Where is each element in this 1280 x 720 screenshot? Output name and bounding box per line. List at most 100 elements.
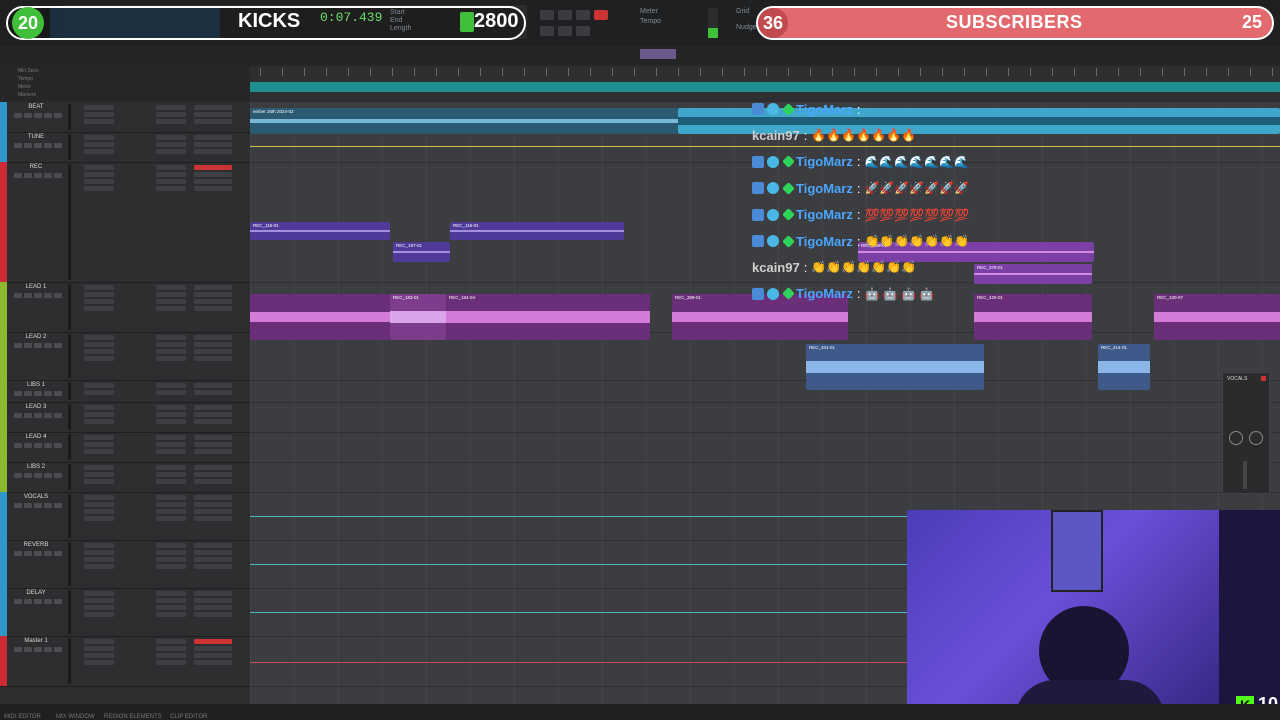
insert-slot[interactable] <box>84 172 114 177</box>
send-slot[interactable] <box>156 149 186 154</box>
input-monitor-button[interactable] <box>24 443 32 448</box>
insert-slot[interactable] <box>84 495 114 500</box>
lead2-clip[interactable]: REC_401-01 <box>806 344 984 390</box>
io-slot[interactable] <box>194 564 232 569</box>
insert-slot[interactable] <box>84 299 114 304</box>
rec-arm-button[interactable] <box>14 391 22 396</box>
send-slot[interactable] <box>156 112 186 117</box>
insert-slot[interactable] <box>84 543 114 548</box>
track-name[interactable]: LIBS 1 <box>14 382 58 388</box>
playlist-button[interactable] <box>54 143 62 148</box>
io-slot[interactable] <box>194 292 232 297</box>
io-slot[interactable] <box>194 142 232 147</box>
fader[interactable] <box>1243 461 1247 489</box>
back-button[interactable] <box>576 26 590 36</box>
rec-arm-button[interactable] <box>14 173 22 178</box>
send-slot[interactable] <box>156 186 186 191</box>
insert-slot[interactable] <box>84 292 114 297</box>
input-monitor-button[interactable] <box>24 113 32 118</box>
track-header[interactable]: TUNE <box>0 132 250 163</box>
input-monitor-button[interactable] <box>24 551 32 556</box>
insert-slot[interactable] <box>84 349 114 354</box>
solo-button[interactable] <box>34 599 42 604</box>
knob-icon[interactable] <box>1229 431 1243 445</box>
mute-button[interactable] <box>44 599 52 604</box>
input-monitor-button[interactable] <box>24 599 32 604</box>
io-slot[interactable] <box>194 390 232 395</box>
insert-slot[interactable] <box>84 612 114 617</box>
mute-button[interactable] <box>44 113 52 118</box>
send-slot[interactable] <box>156 472 186 477</box>
input-monitor-button[interactable] <box>24 647 32 652</box>
send-slot[interactable] <box>156 442 186 447</box>
track-name[interactable]: LIBS 2 <box>14 464 58 470</box>
insert-slot[interactable] <box>84 653 114 658</box>
input-monitor-button[interactable] <box>24 293 32 298</box>
track-header[interactable]: REVERB <box>0 540 250 589</box>
insert-slot[interactable] <box>84 112 114 117</box>
track-header[interactable]: LEAD 1 <box>0 282 250 333</box>
solo-button[interactable] <box>34 443 42 448</box>
send-slot[interactable] <box>156 119 186 124</box>
io-slot[interactable] <box>194 405 232 410</box>
solo-button[interactable] <box>34 343 42 348</box>
insert-slot[interactable] <box>84 472 114 477</box>
insert-slot[interactable] <box>84 591 114 596</box>
rec-clip[interactable]: REC_197-01 <box>393 242 450 262</box>
insert-slot[interactable] <box>84 105 114 110</box>
chat-username[interactable]: kcain97 <box>752 260 800 275</box>
insert-slot[interactable] <box>84 509 114 514</box>
io-slot[interactable] <box>194 165 232 170</box>
mute-button[interactable] <box>44 143 52 148</box>
playlist-button[interactable] <box>54 443 62 448</box>
insert-slot[interactable] <box>84 465 114 470</box>
insert-slot[interactable] <box>84 383 114 388</box>
track-lane[interactable] <box>250 432 1280 463</box>
io-slot[interactable] <box>194 479 232 484</box>
insert-slot[interactable] <box>84 342 114 347</box>
track-header[interactable]: LEAD 4 <box>0 432 250 463</box>
send-slot[interactable] <box>156 349 186 354</box>
io-slot[interactable] <box>194 349 232 354</box>
track-header[interactable]: DELAY <box>0 588 250 637</box>
track-lane[interactable] <box>250 402 1280 433</box>
send-slot[interactable] <box>156 342 186 347</box>
insert-slot[interactable] <box>84 557 114 562</box>
mute-button[interactable] <box>44 293 52 298</box>
send-slot[interactable] <box>156 502 186 507</box>
insert-slot[interactable] <box>84 405 114 410</box>
input-monitor-button[interactable] <box>24 391 32 396</box>
solo-button[interactable] <box>34 113 42 118</box>
chat-username[interactable]: TigoMarz <box>796 181 853 196</box>
lead1-clip[interactable]: REC_183-01 <box>390 294 446 340</box>
send-slot[interactable] <box>156 299 186 304</box>
playlist-button[interactable] <box>54 343 62 348</box>
send-slot[interactable] <box>156 516 186 521</box>
solo-button[interactable] <box>34 391 42 396</box>
send-slot[interactable] <box>156 172 186 177</box>
insert-slot[interactable] <box>84 119 114 124</box>
rec-arm-button[interactable] <box>14 143 22 148</box>
track-header[interactable]: REC <box>0 162 250 283</box>
io-slot[interactable] <box>194 179 232 184</box>
io-slot[interactable] <box>194 605 232 610</box>
solo-button[interactable] <box>34 647 42 652</box>
lead2-clip[interactable]: REC_414-01 <box>1098 344 1150 390</box>
io-slot[interactable] <box>194 550 232 555</box>
track-name[interactable]: DELAY <box>14 590 58 596</box>
insert-slot[interactable] <box>84 186 114 191</box>
io-slot[interactable] <box>194 135 232 140</box>
chat-username[interactable]: TigoMarz <box>796 234 853 249</box>
insert-slot[interactable] <box>84 135 114 140</box>
insert-slot[interactable] <box>84 479 114 484</box>
input-monitor-button[interactable] <box>24 143 32 148</box>
io-slot[interactable] <box>194 342 232 347</box>
rec-arm-button[interactable] <box>14 473 22 478</box>
insert-slot[interactable] <box>84 412 114 417</box>
insert-slot[interactable] <box>84 564 114 569</box>
track-header[interactable]: LIBS 2 <box>0 462 250 493</box>
chat-username[interactable]: kcain97 <box>752 128 800 143</box>
send-slot[interactable] <box>156 356 186 361</box>
insert-slot[interactable] <box>84 356 114 361</box>
io-slot[interactable] <box>194 112 232 117</box>
